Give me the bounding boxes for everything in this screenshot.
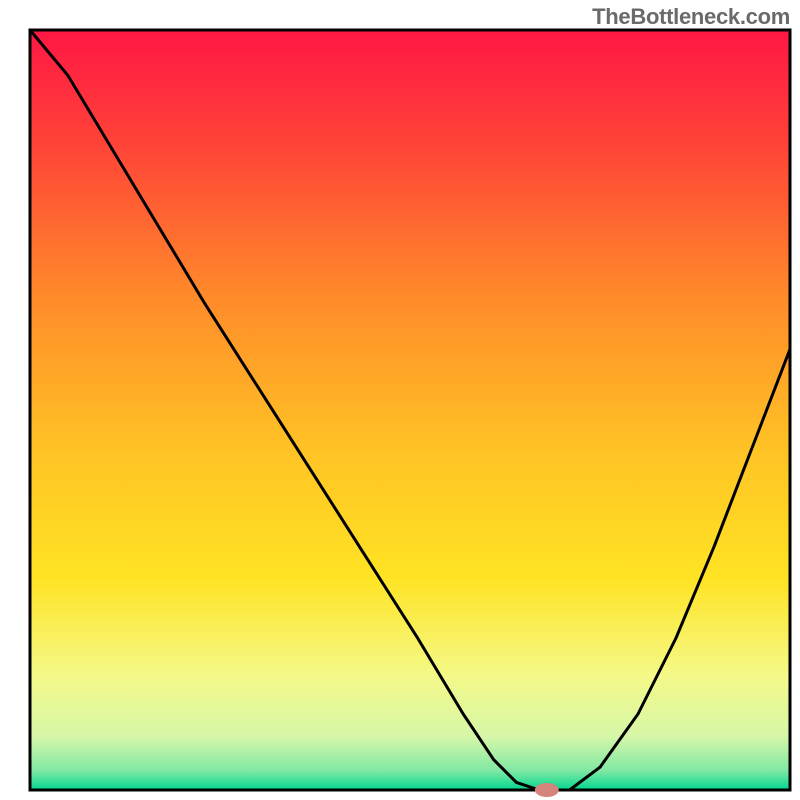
bottleneck-chart: TheBottleneck.com [0,0,800,800]
optimum-marker [535,783,559,797]
gradient-background [30,30,790,790]
attribution-label: TheBottleneck.com [592,4,790,30]
chart-svg [0,0,800,800]
